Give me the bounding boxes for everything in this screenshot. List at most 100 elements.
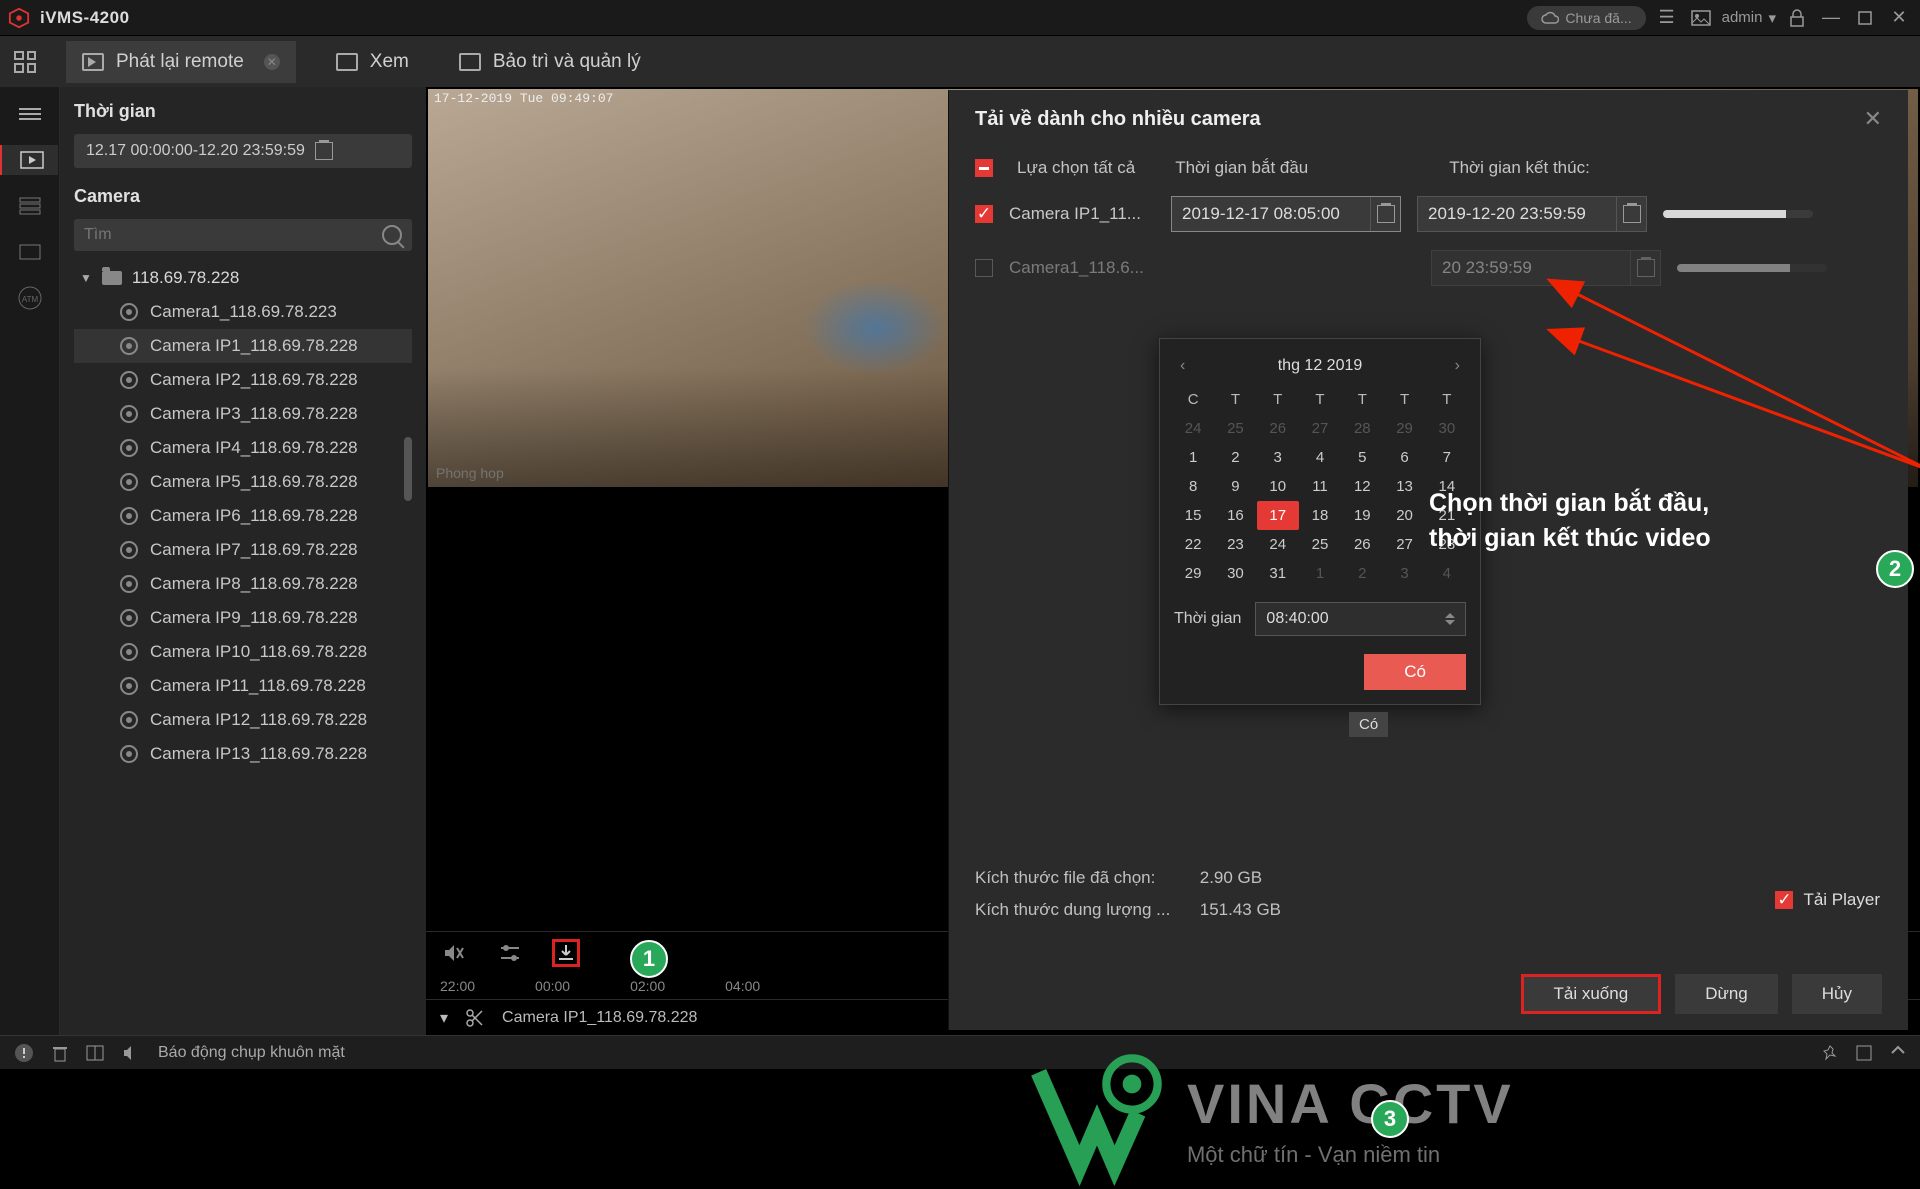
calendar-day[interactable]: 21 [1426,501,1468,530]
calendar-day[interactable]: 27 [1299,414,1341,443]
calendar-day[interactable]: 25 [1214,414,1256,443]
calendar-time-input[interactable]: 08:40:00 [1255,602,1466,636]
calendar-day[interactable]: 24 [1257,530,1299,559]
next-month-button[interactable]: › [1449,353,1466,379]
close-icon[interactable]: ✕ [1864,106,1882,132]
expand-icon[interactable] [1890,1045,1906,1061]
calendar-day[interactable]: 4 [1299,443,1341,472]
tab-maintenance[interactable]: Bảo trì và quản lý [449,45,651,79]
start-datetime-picker[interactable] [1171,196,1401,232]
end-datetime-picker[interactable] [1417,196,1647,232]
scrollbar-thumb[interactable] [404,437,412,501]
tree-group[interactable]: ▼ 118.69.78.228 [74,261,412,295]
calendar-day[interactable]: 27 [1383,530,1425,559]
calendar-day[interactable]: 13 [1383,472,1425,501]
calendar-day[interactable]: 28 [1426,530,1468,559]
calendar-day[interactable]: 15 [1172,501,1214,530]
rail-atm[interactable]: ATM [12,283,48,313]
calendar-day[interactable]: 3 [1383,559,1425,588]
camera-item[interactable]: Camera IP6_118.69.78.228 [74,499,412,533]
close-button[interactable]: ✕ [1886,5,1912,31]
scissors-icon[interactable] [466,1009,484,1027]
camera-item[interactable]: Camera IP4_118.69.78.228 [74,431,412,465]
download-button[interactable]: Tải xuống [1521,974,1662,1014]
spinner-icon[interactable] [1445,613,1455,625]
calendar-day[interactable]: 16 [1214,501,1256,530]
calendar-day[interactable]: 22 [1172,530,1214,559]
picture-icon[interactable] [1688,5,1714,31]
calendar-day[interactable]: 26 [1257,414,1299,443]
calendar-day[interactable]: 2 [1214,443,1256,472]
camera-item[interactable]: Camera IP3_118.69.78.228 [74,397,412,431]
camera-item[interactable]: Camera IP10_118.69.78.228 [74,635,412,669]
stop-button[interactable]: Dừng [1675,974,1778,1014]
calendar-day[interactable]: 30 [1426,414,1468,443]
calendar-day[interactable]: 1 [1299,559,1341,588]
lock-icon[interactable] [1784,5,1810,31]
row-checkbox[interactable]: ✓ [975,205,993,223]
calendar-day[interactable]: 10 [1257,472,1299,501]
rail-list[interactable] [12,191,48,221]
calendar-day[interactable]: 11 [1299,472,1341,501]
select-all-checkbox[interactable] [975,159,993,177]
camera-item[interactable]: Camera1_118.69.78.223 [74,295,412,329]
user-dropdown[interactable]: admin ▾ [1722,9,1776,27]
calendar-day[interactable]: 29 [1383,414,1425,443]
calendar-day[interactable]: 6 [1383,443,1425,472]
camera-search[interactable] [74,219,412,251]
calendar-day[interactable]: 26 [1341,530,1383,559]
cancel-button[interactable]: Hủy [1792,974,1882,1014]
list-icon[interactable]: ☰ [1654,5,1680,31]
layout-icon[interactable] [86,1045,104,1061]
time-range-picker[interactable]: 12.17 00:00:00-12.20 23:59:59 [74,134,412,168]
player-checkbox[interactable]: ✓ [1775,891,1793,909]
camera-item[interactable]: Camera IP9_118.69.78.228 [74,601,412,635]
row-checkbox[interactable] [975,259,993,277]
tab-close-icon[interactable]: ✕ [264,54,280,70]
calendar-day[interactable]: 19 [1341,501,1383,530]
filter-icon[interactable]: ▾ [440,1008,448,1028]
calendar-day[interactable]: 12 [1341,472,1383,501]
camera-item[interactable]: Camera IP1_118.69.78.228 [74,329,412,363]
search-input[interactable] [84,226,382,244]
calendar-icon[interactable] [1616,197,1646,231]
maximize-button[interactable] [1852,5,1878,31]
settings-icon[interactable] [496,939,524,967]
calendar-day[interactable]: 29 [1172,559,1214,588]
calendar-day[interactable]: 31 [1257,559,1299,588]
apps-grid-icon[interactable] [14,51,36,73]
camera-item[interactable]: Camera IP13_118.69.78.228 [74,737,412,771]
calendar-day[interactable]: 23 [1214,530,1256,559]
calendar-day[interactable]: 28 [1341,414,1383,443]
calendar-day[interactable]: 17 [1257,501,1299,530]
calendar-day[interactable]: 8 [1172,472,1214,501]
calendar-day[interactable]: 25 [1299,530,1341,559]
calendar-day[interactable]: 30 [1214,559,1256,588]
mute-icon[interactable] [440,939,468,967]
camera-item[interactable]: Camera IP5_118.69.78.228 [74,465,412,499]
calendar-day[interactable]: 1 [1172,443,1214,472]
tab-playback[interactable]: Phát lại remote ✕ [66,41,296,83]
download-icon[interactable] [552,939,580,967]
calendar-ok-button[interactable]: Có [1364,654,1466,690]
calendar-day[interactable]: 14 [1426,472,1468,501]
prev-month-button[interactable]: ‹ [1174,353,1191,379]
cloud-status-pill[interactable]: Chưa đă... [1527,6,1645,30]
calendar-day[interactable]: 4 [1426,559,1468,588]
calendar-day[interactable]: 7 [1426,443,1468,472]
calendar-day[interactable]: 2 [1341,559,1383,588]
calendar-day[interactable]: 9 [1214,472,1256,501]
calendar-day[interactable]: 18 [1299,501,1341,530]
calendar-day[interactable]: 20 [1383,501,1425,530]
rail-server[interactable] [12,237,48,267]
calendar-day[interactable]: 3 [1257,443,1299,472]
camera-item[interactable]: Camera IP7_118.69.78.228 [74,533,412,567]
camera-item[interactable]: Camera IP11_118.69.78.228 [74,669,412,703]
camera-item[interactable]: Camera IP12_118.69.78.228 [74,703,412,737]
calendar-day[interactable]: 5 [1341,443,1383,472]
camera-item[interactable]: Camera IP8_118.69.78.228 [74,567,412,601]
calendar-icon[interactable] [1630,251,1660,285]
minimize-button[interactable]: ― [1818,5,1844,31]
trash-icon[interactable] [52,1044,68,1062]
calendar-day[interactable]: 24 [1172,414,1214,443]
